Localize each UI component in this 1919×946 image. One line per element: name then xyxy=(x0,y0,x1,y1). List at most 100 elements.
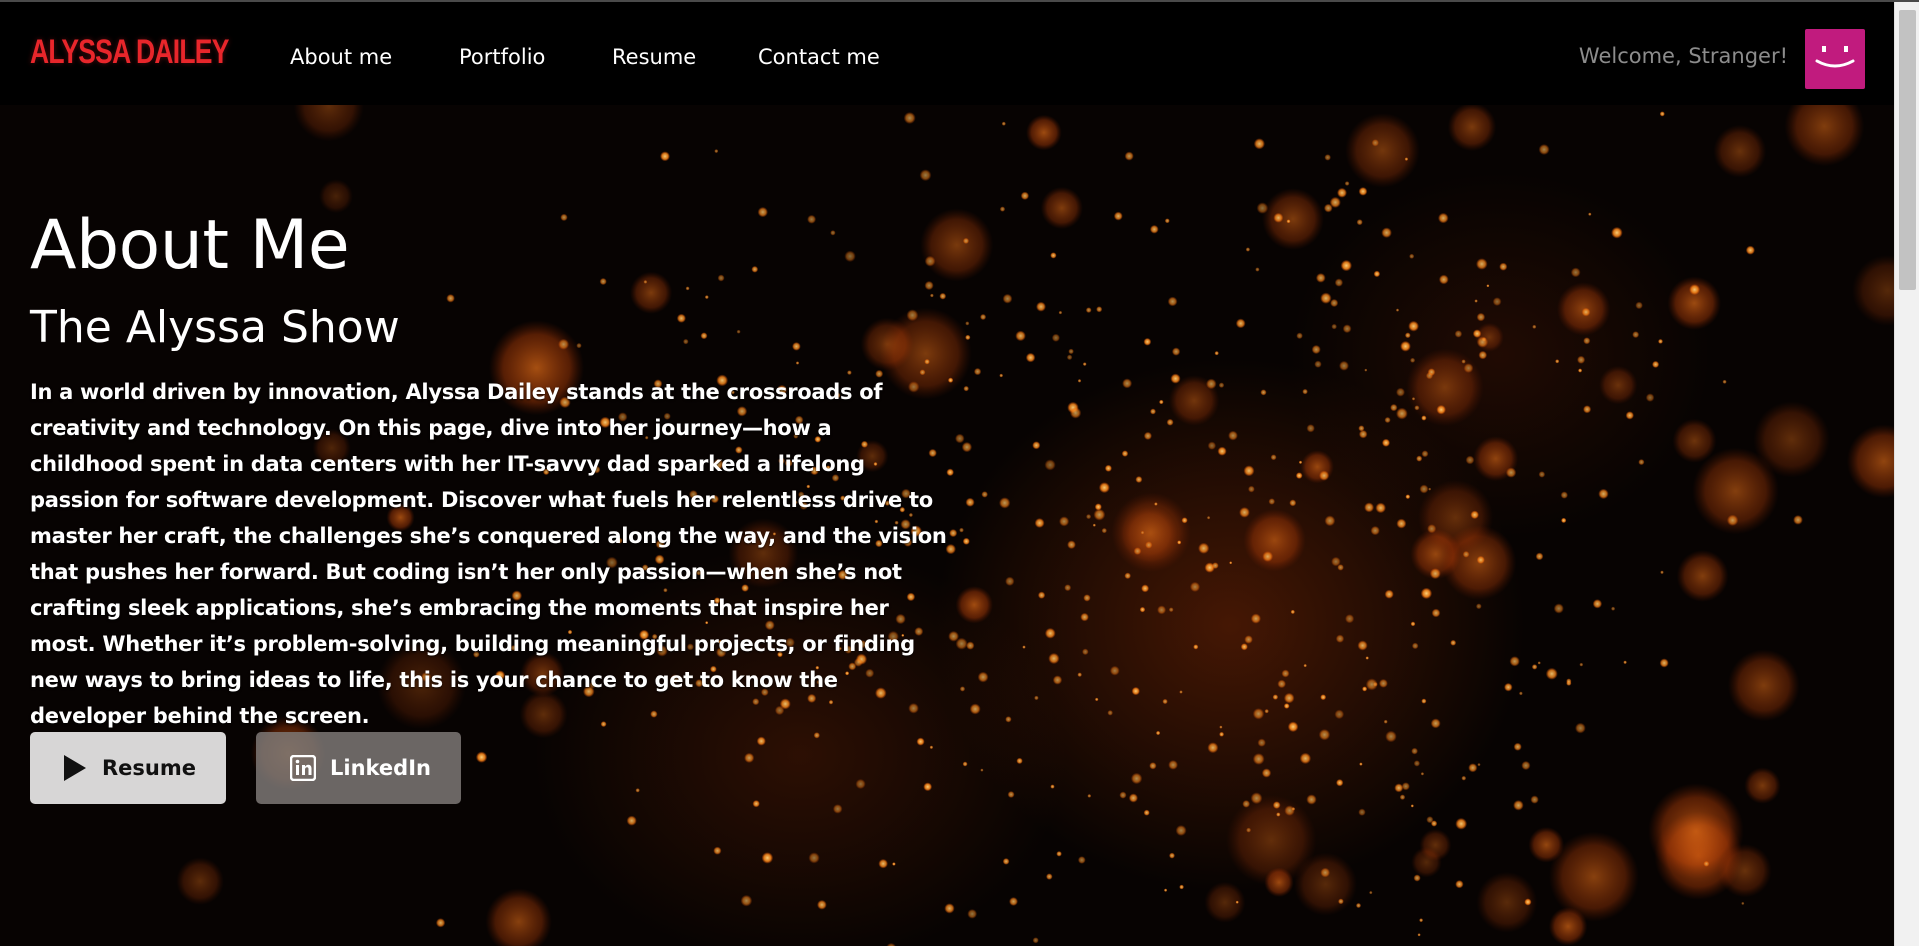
bokeh-spark xyxy=(1121,450,1129,457)
bokeh-spark xyxy=(1150,408,1156,415)
bokeh-spark xyxy=(1450,639,1457,646)
linkedin-button[interactable]: LinkedIn xyxy=(256,732,461,804)
scrollbar[interactable] xyxy=(1894,2,1919,946)
bokeh-spark xyxy=(1499,262,1508,271)
resume-button[interactable]: Resume xyxy=(30,732,226,804)
bokeh-spark xyxy=(999,206,1006,212)
bokeh-spark xyxy=(1034,518,1045,528)
bokeh-spark xyxy=(1396,518,1407,529)
bokeh-spark xyxy=(962,537,970,545)
bokeh-spark xyxy=(1051,333,1060,342)
bokeh-spark xyxy=(1087,794,1092,798)
bokeh-spark xyxy=(1022,645,1026,649)
bokeh-spark xyxy=(1168,760,1178,770)
bokeh-spark xyxy=(1468,763,1478,773)
bokeh-orb xyxy=(1418,480,1493,555)
bokeh-orb xyxy=(1852,255,1894,326)
bokeh-spark xyxy=(1477,763,1481,767)
bokeh-spark xyxy=(1283,692,1295,704)
bokeh-spark xyxy=(1566,678,1572,684)
bokeh-spark xyxy=(1270,454,1277,461)
linkedin-button-label: LinkedIn xyxy=(330,756,431,780)
nav-link-contact-me[interactable]: Contact me xyxy=(758,45,880,69)
bokeh-spark xyxy=(1299,752,1312,765)
bokeh-spark xyxy=(1260,389,1267,396)
bokeh-spark xyxy=(1252,753,1265,765)
bokeh-spark xyxy=(1396,407,1408,420)
navbar: ALYSSA DAILEY About me Portfolio Resume … xyxy=(0,2,1894,105)
bokeh-spark xyxy=(1476,312,1486,322)
bokeh-orb xyxy=(1226,795,1317,886)
nav-link-about-me[interactable]: About me xyxy=(290,45,392,69)
bokeh-spark xyxy=(1296,332,1303,340)
bokeh-spark xyxy=(1298,460,1303,464)
bokeh-spark xyxy=(977,671,989,683)
bokeh-spark xyxy=(1119,791,1127,799)
bokeh-spark xyxy=(1181,517,1188,524)
bokeh-spark xyxy=(965,497,975,507)
bokeh-spark xyxy=(1206,516,1211,520)
bokeh-spark xyxy=(1131,686,1141,696)
bokeh-orb xyxy=(1846,424,1894,499)
bokeh-spark xyxy=(1476,555,1485,564)
bokeh-spark xyxy=(1436,404,1446,415)
bokeh-spark xyxy=(1122,378,1133,389)
bokeh-spark xyxy=(1257,738,1266,747)
bokeh-spark xyxy=(1411,642,1419,650)
bokeh-spark xyxy=(1329,196,1341,208)
bokeh-spark xyxy=(1404,157,1409,161)
nav-link-portfolio[interactable]: Portfolio xyxy=(459,45,545,69)
bokeh-spark xyxy=(1337,564,1344,571)
bokeh-spark xyxy=(1032,937,1039,944)
bokeh-spark xyxy=(1383,719,1388,724)
bokeh-spark xyxy=(1741,901,1745,906)
bokeh-spark xyxy=(1140,530,1145,535)
bokeh-spark xyxy=(1290,609,1296,615)
bokeh-spark xyxy=(1032,441,1041,450)
brand-logo[interactable]: ALYSSA DAILEY xyxy=(30,33,229,72)
bokeh-spark xyxy=(1410,621,1416,627)
bokeh-spark xyxy=(1793,515,1803,525)
bokeh-spark xyxy=(1381,438,1391,447)
bokeh-spark xyxy=(1211,562,1219,569)
bokeh-spark xyxy=(1623,660,1627,665)
bokeh-spark xyxy=(1472,329,1482,338)
scrollbar-thumb[interactable] xyxy=(1899,10,1916,290)
bokeh-orb xyxy=(1243,509,1306,572)
bokeh-spark xyxy=(1476,336,1489,348)
bokeh-spark xyxy=(1179,690,1183,694)
bokeh-spark xyxy=(1340,259,1353,272)
bokeh-spark xyxy=(1048,652,1060,665)
bokeh-spark xyxy=(1658,338,1663,344)
bokeh-spark xyxy=(1570,267,1581,278)
bokeh-spark xyxy=(1421,450,1429,458)
bokeh-spark xyxy=(1320,292,1332,304)
avatar[interactable] xyxy=(1805,29,1865,89)
bokeh-spark xyxy=(1239,507,1250,518)
bokeh-spark xyxy=(1206,378,1217,390)
bokeh-spark xyxy=(919,169,932,182)
bokeh-spark xyxy=(1154,502,1158,506)
nav-link-resume[interactable]: Resume xyxy=(612,45,696,69)
bokeh-spark xyxy=(1611,226,1623,239)
bokeh-spark xyxy=(1532,324,1537,329)
bokeh-spark xyxy=(855,778,866,790)
bokeh-spark xyxy=(1410,357,1416,363)
bokeh-spark xyxy=(1476,258,1488,270)
bokeh-spark xyxy=(1492,297,1502,306)
bio-paragraph: In a world driven by innovation, Alyssa … xyxy=(30,380,947,728)
bokeh-spark xyxy=(1371,139,1380,147)
bokeh-spark xyxy=(1454,330,1463,338)
bokeh-spark xyxy=(1109,665,1120,676)
bokeh-spark xyxy=(878,858,888,869)
bokeh-spark xyxy=(1324,154,1331,161)
bokeh-spark xyxy=(959,686,966,692)
bokeh-spark xyxy=(969,703,981,715)
bokeh-spark xyxy=(1189,581,1201,592)
bokeh-spark xyxy=(1145,541,1153,549)
bokeh-spark xyxy=(1086,514,1092,520)
bokeh-spark xyxy=(740,894,753,907)
bokeh-spark xyxy=(1703,860,1710,867)
bokeh-spark xyxy=(967,909,978,919)
bokeh-spark xyxy=(1555,359,1560,364)
